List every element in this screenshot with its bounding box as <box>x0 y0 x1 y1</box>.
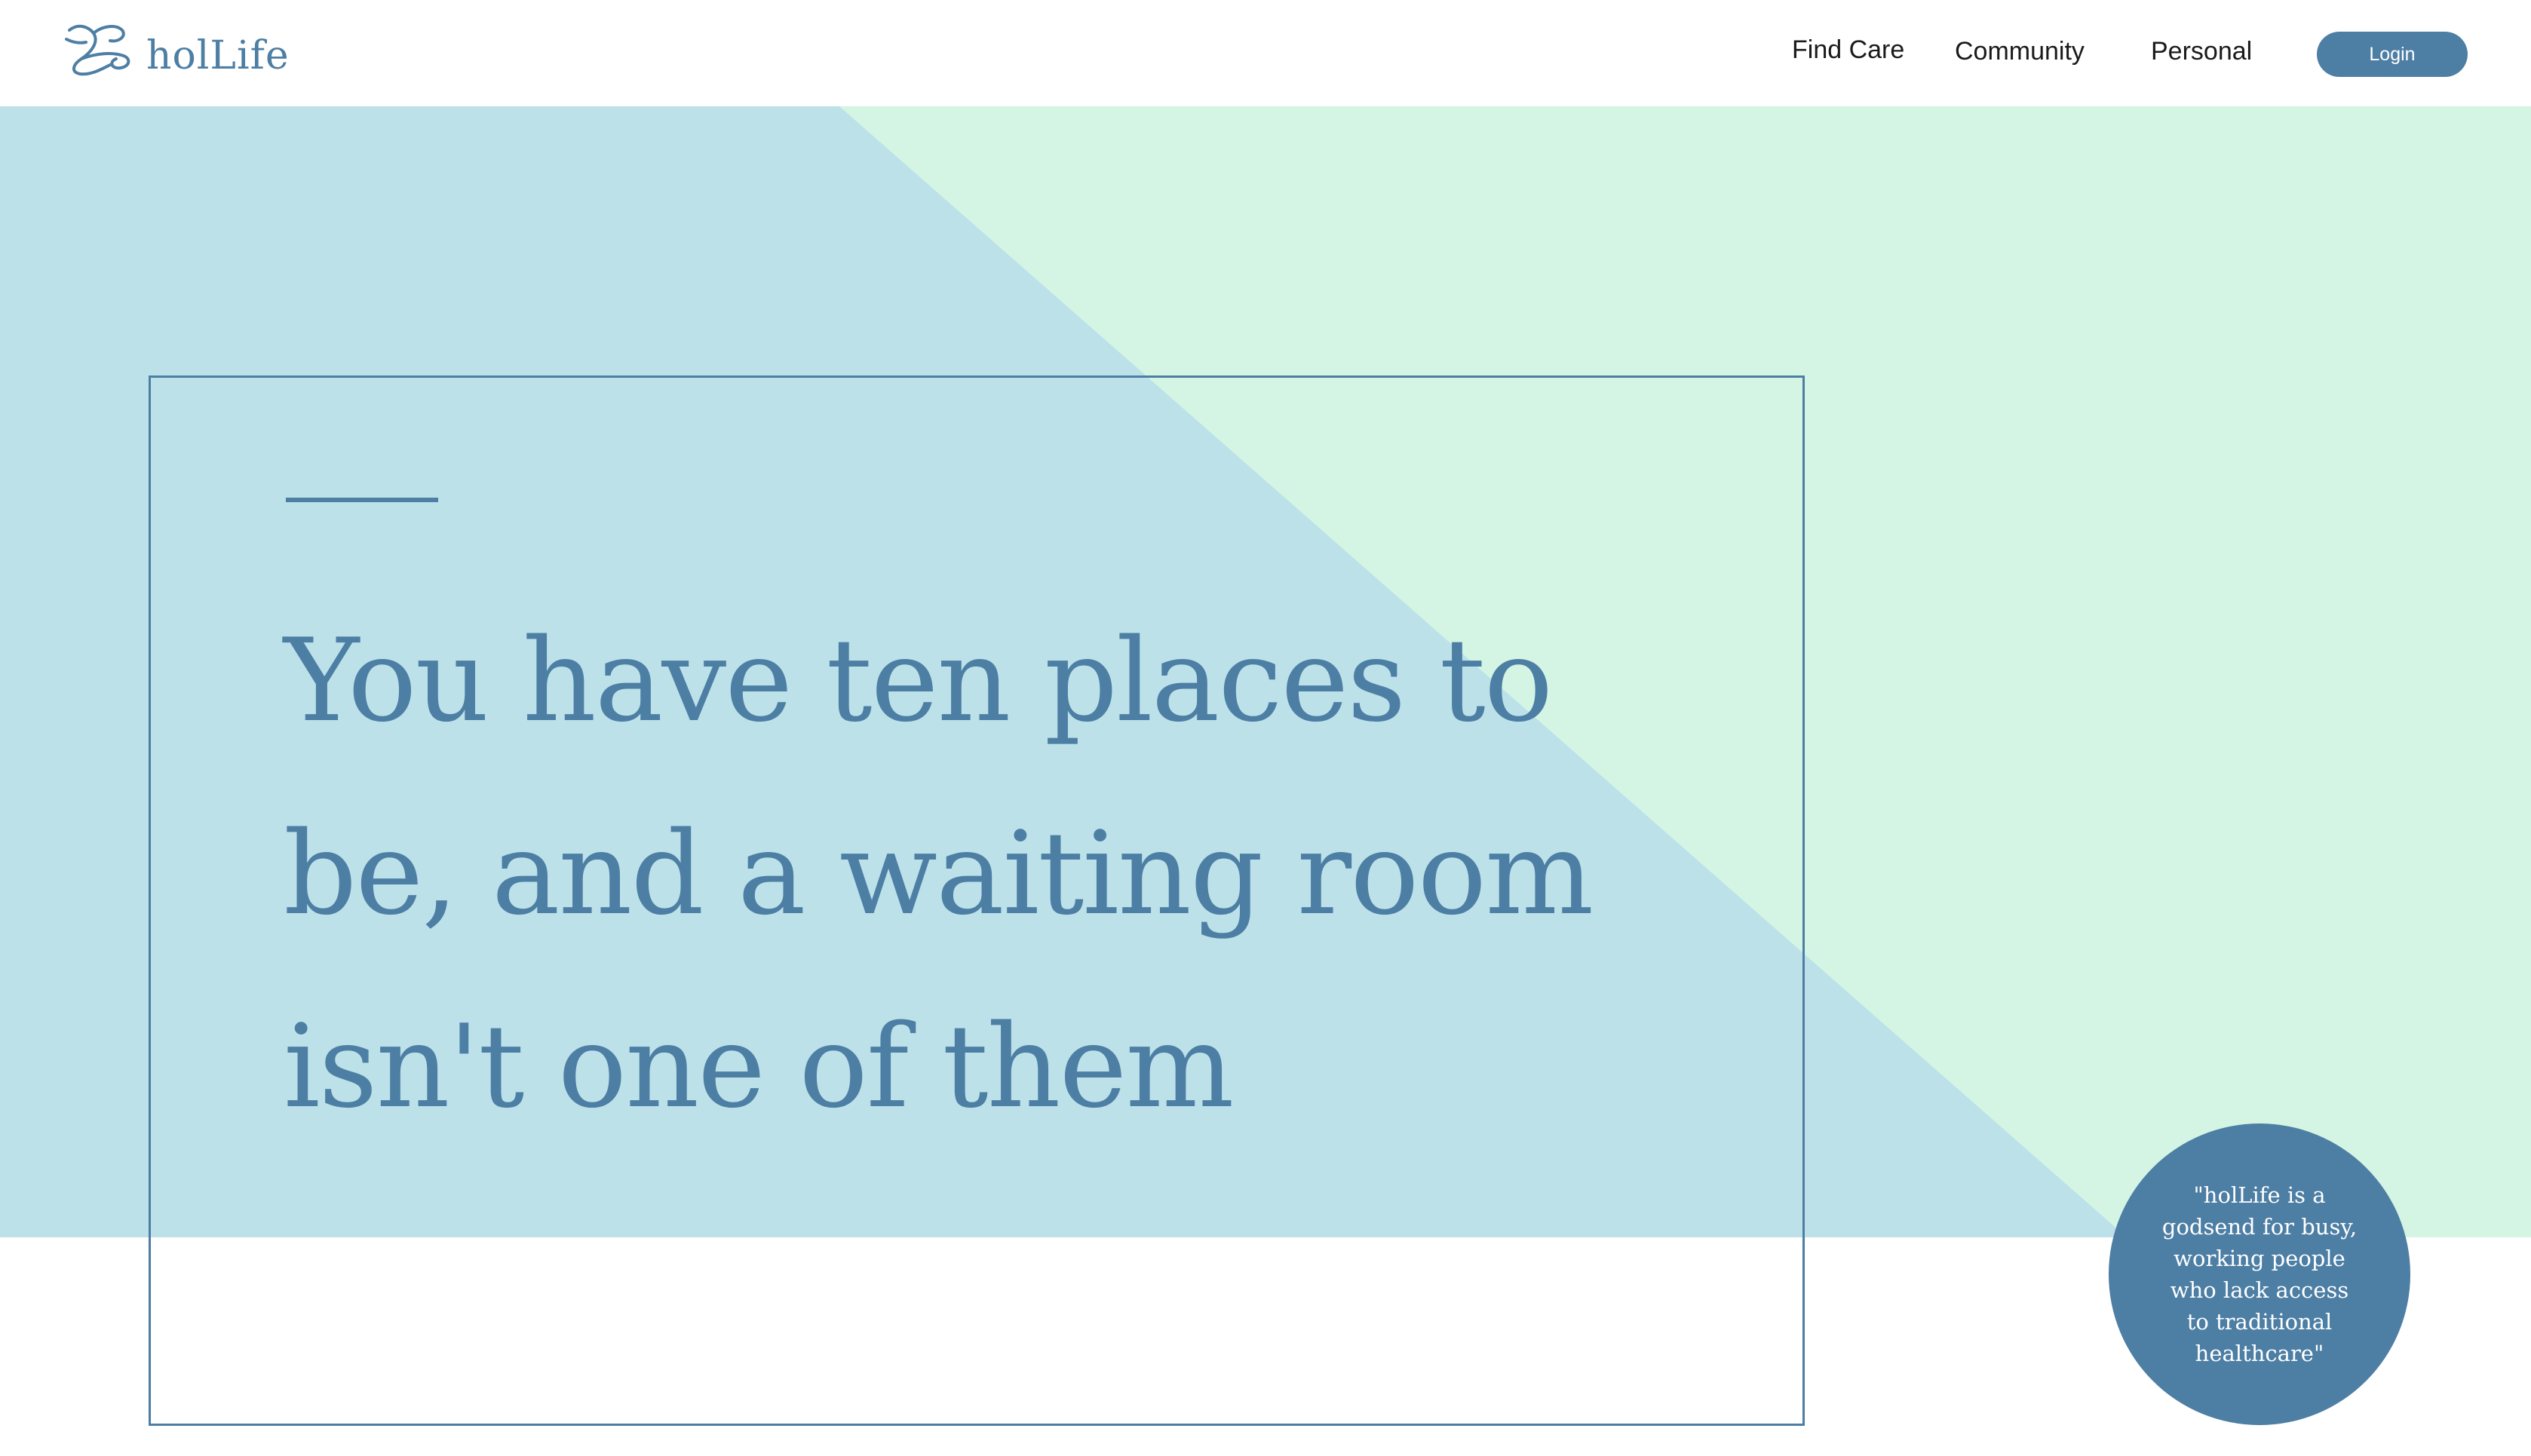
site-header: holLife Find Care Community Personal Log… <box>0 0 2531 106</box>
nav-community[interactable]: Community <box>1955 30 2085 72</box>
brand-logo[interactable]: holLife <box>63 17 290 84</box>
headline-line: isn't one of them <box>284 1000 1235 1133</box>
accent-divider <box>286 498 438 502</box>
nav-find-care[interactable]: Find Care <box>1792 29 1904 71</box>
testimonial-quote: "holLife is a godsend for busy, working … <box>2161 1182 2358 1366</box>
login-button[interactable]: Login <box>2317 32 2468 77</box>
testimonial-bubble: "holLife is a godsend for busy, working … <box>2109 1123 2410 1425</box>
logo-wordmark: holLife <box>146 33 290 78</box>
nav-personal[interactable]: Personal <box>2151 30 2252 72</box>
hollife-swirl-logo-icon <box>65 24 130 76</box>
headline-line: be, and a waiting room <box>284 807 1594 940</box>
headline-line: You have ten places to <box>284 614 1553 747</box>
hero-headline: You have ten places to be, and a waiting… <box>284 584 1716 1163</box>
